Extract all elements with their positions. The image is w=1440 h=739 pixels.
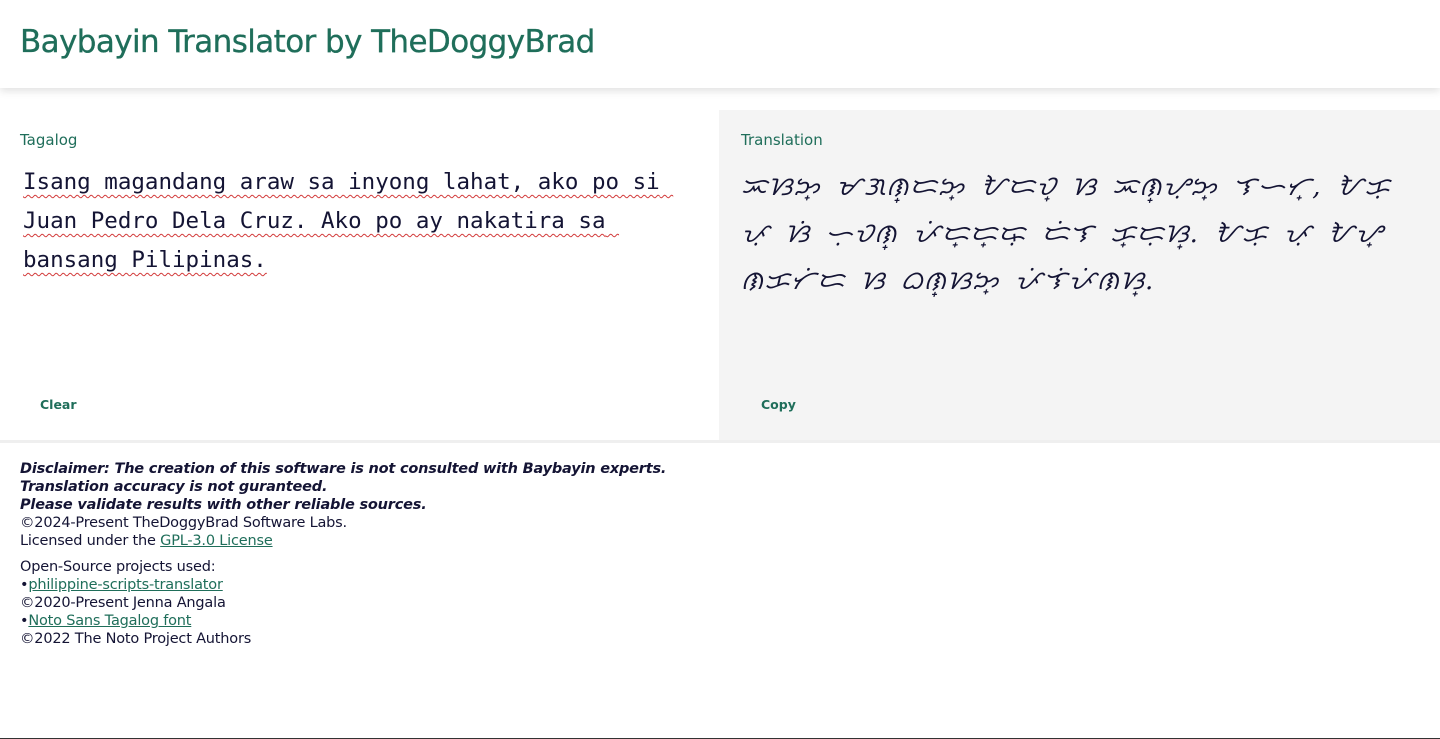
- translator-panels: Tagalog Isang magandang araw sa inyong l…: [0, 110, 1440, 441]
- disclaimer-line-1: Disclaimer: The creation of this softwar…: [20, 461, 667, 477]
- philippine-scripts-translator-link[interactable]: philippine-scripts-translator: [28, 577, 223, 593]
- license-prefix: Licensed under the: [20, 533, 161, 549]
- divider: [0, 440, 1440, 443]
- oss-item-2: •Noto Sans Tagalog font: [20, 612, 666, 630]
- input-panel-label: Tagalog: [20, 131, 78, 149]
- input-panel: Tagalog Isang magandang araw sa inyong l…: [0, 110, 719, 441]
- tagalog-input[interactable]: Isang magandang araw sa inyong lahat, ak…: [20, 163, 705, 363]
- noto-sans-tagalog-link[interactable]: Noto Sans Tagalog font: [28, 613, 191, 629]
- copyright-text: ©2024-Present TheDoggyBrad Software Labs…: [20, 515, 347, 531]
- oss-item-1: •philippine-scripts-translator: [20, 576, 666, 594]
- app-header: Baybayin Translator by TheDoggyBrad: [0, 0, 1440, 88]
- footer: Disclaimer: The creation of this softwar…: [20, 460, 666, 648]
- oss-credit-1: ©2020-Present Jenna Angala: [20, 595, 226, 611]
- baybayin-output: ᜁᜐᜅ᜔ ᜋᜄᜈ᜔ᜇᜅ᜔ ᜀᜇᜏ᜔ ᜐ ᜁᜈ᜔ᜌᜓᜅ᜔ ᜎᜑᜆ᜔, ᜀᜃᜓ ᜉᜓ…: [741, 172, 1391, 296]
- app-title: Baybayin Translator by TheDoggyBrad: [20, 24, 596, 60]
- oss-credit-2: ©2022 The Noto Project Authors: [20, 631, 252, 647]
- copy-button[interactable]: Copy: [741, 395, 816, 415]
- license-link[interactable]: GPL-3.0 License: [160, 533, 273, 549]
- clear-button[interactable]: Clear: [20, 395, 97, 415]
- oss-heading: Open-Source projects used:: [20, 559, 216, 575]
- license-line: Licensed under the GPL-3.0 License: [20, 532, 666, 550]
- disclaimer-line-3: Please validate results with other relia…: [20, 497, 427, 513]
- disclaimer-line-2: Translation accuracy is not guranteed.: [20, 479, 328, 495]
- output-panel: Translation ᜁᜐᜅ᜔ ᜋᜄᜈ᜔ᜇᜅ᜔ ᜀᜇᜏ᜔ ᜐ ᜁᜈ᜔ᜌᜓᜅ᜔ …: [719, 110, 1440, 441]
- output-panel-label: Translation: [741, 131, 823, 149]
